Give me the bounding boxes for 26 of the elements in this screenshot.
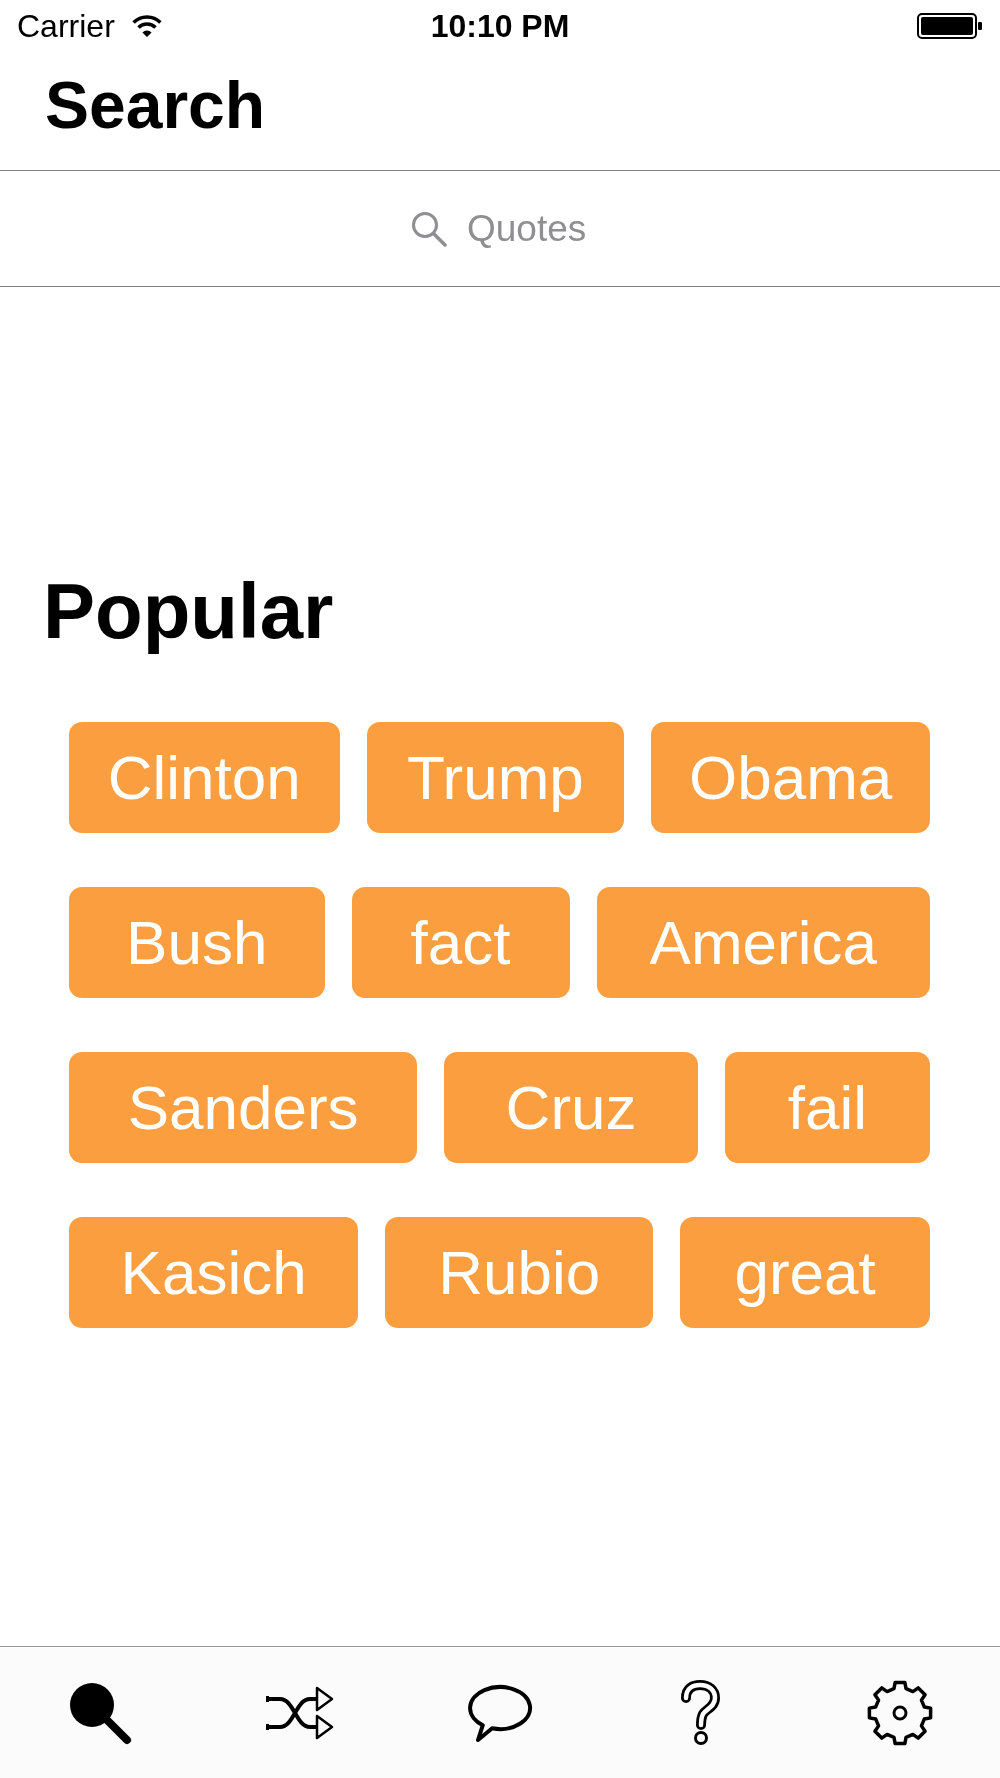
popular-tag[interactable]: Trump <box>366 722 625 833</box>
popular-tag[interactable]: Obama <box>651 722 930 833</box>
battery-icon <box>917 13 983 39</box>
search-tab[interactable] <box>68 1680 132 1745</box>
search-icon <box>68 1680 132 1745</box>
popular-tag[interactable]: Bush <box>69 887 325 998</box>
popular-tag[interactable]: Kasich <box>69 1217 359 1328</box>
chat-tab[interactable] <box>467 1683 533 1742</box>
popular-tag[interactable]: great <box>680 1217 930 1328</box>
carrier-label: Carrier <box>17 10 115 42</box>
popular-tag[interactable]: Sanders <box>69 1052 418 1163</box>
popular-tag[interactable]: Rubio <box>385 1217 654 1328</box>
popular-tag[interactable]: America <box>596 887 930 998</box>
search-icon <box>411 210 447 247</box>
popular-tag[interactable]: fail <box>724 1052 930 1163</box>
status-time: 10:10 PM <box>430 10 570 42</box>
shuffle-icon <box>266 1685 334 1740</box>
settings-icon <box>867 1679 933 1746</box>
popular-tag[interactable]: fact <box>351 887 570 998</box>
page-title: Search <box>45 72 266 138</box>
search-field[interactable]: Quotes <box>409 205 591 252</box>
shuffle-tab[interactable] <box>266 1685 334 1740</box>
popular-tag[interactable]: Cruz <box>444 1052 698 1163</box>
settings-tab[interactable] <box>867 1679 933 1746</box>
popular-tag[interactable]: Clinton <box>69 722 340 833</box>
speech-bubble-icon <box>467 1683 533 1742</box>
